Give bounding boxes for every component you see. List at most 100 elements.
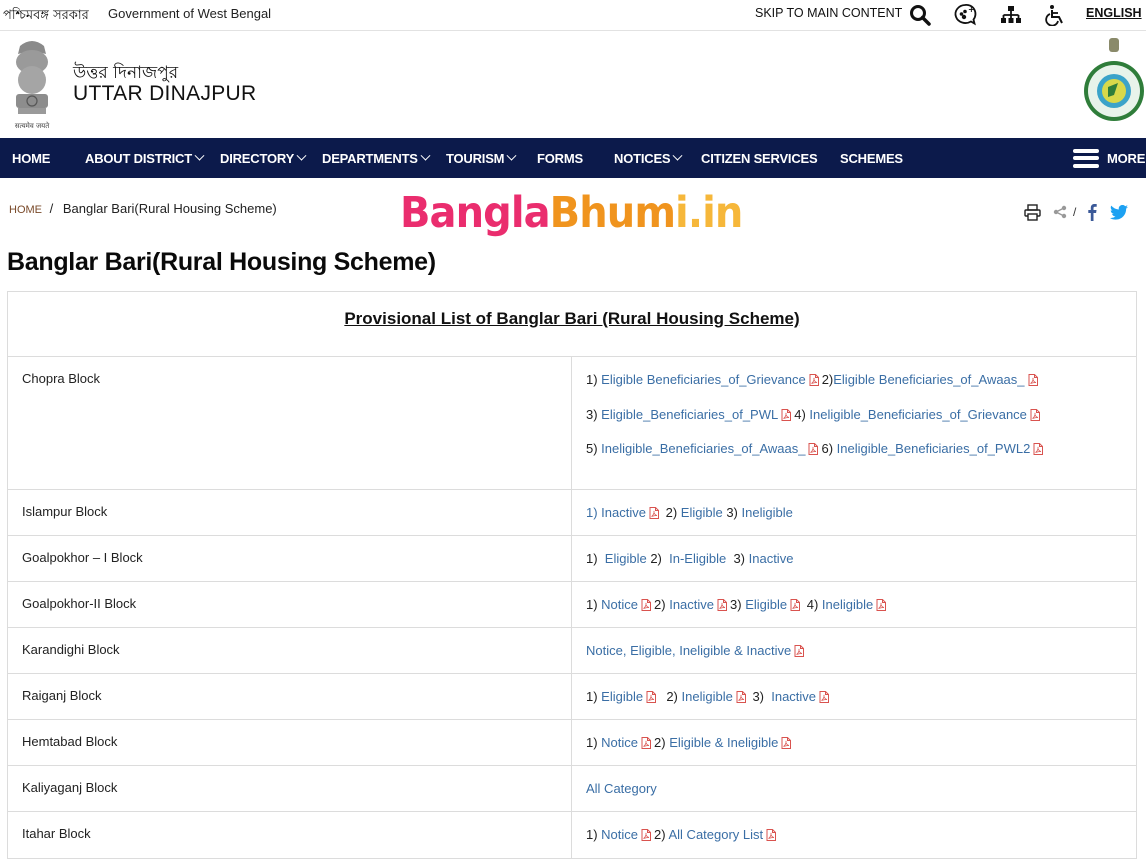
twitter-icon[interactable] — [1110, 203, 1128, 221]
pdf-icon[interactable] — [873, 597, 889, 612]
item-number: 3) — [722, 505, 742, 520]
links-line: 1) Notice 2) Eligible & Ineligible — [586, 734, 1122, 752]
breadcrumb: HOME / Banglar Bari(Rural Housing Scheme… — [9, 201, 277, 216]
nav-tourism[interactable]: TOURISM — [446, 138, 517, 178]
document-links-cell: Notice, Eligible, Ineligible & Inactive — [572, 628, 1136, 673]
nav-directory[interactable]: DIRECTORY — [220, 138, 307, 178]
item-number: 3) — [726, 551, 749, 566]
print-icon[interactable] — [1024, 203, 1041, 221]
document-link[interactable]: Ineligible — [742, 505, 793, 520]
links-line: 1) Eligible 2) Ineligible 3) Inactive — [586, 688, 1122, 706]
block-name-cell: Raiganj Block — [8, 674, 572, 719]
pdf-icon — [717, 599, 728, 611]
pdf-icon — [736, 691, 746, 703]
national-emblem-logo[interactable]: सत्यमेव जयते — [6, 36, 58, 132]
breadcrumb-home-link[interactable]: HOME — [9, 204, 42, 216]
document-link[interactable]: Ineligible_Beneficiaries_of_PWL2 — [837, 441, 1031, 456]
pdf-icon[interactable] — [643, 689, 659, 704]
table-row: Hemtabad Block 1) Notice 2) Eligible & Ine… — [8, 720, 1136, 766]
nav-forms[interactable]: FORMS — [537, 138, 583, 178]
document-link[interactable]: In-Eligible — [669, 551, 726, 566]
hamburger-menu-icon — [1073, 148, 1099, 168]
social-media-icon[interactable]: + — [953, 3, 977, 27]
pdf-icon[interactable] — [787, 597, 803, 612]
facebook-icon[interactable] — [1087, 203, 1097, 221]
document-link[interactable]: All Category List — [669, 827, 764, 842]
document-link[interactable]: Notice — [601, 597, 638, 612]
pdf-icon — [1030, 408, 1040, 421]
table-row: Itahar Block 1) Notice 2) All Category Lis… — [8, 812, 1136, 858]
item-number: 2) — [821, 372, 834, 387]
document-link[interactable]: Inactive — [771, 689, 816, 704]
document-link[interactable]: Eligible & Ineligible — [669, 735, 778, 750]
document-link[interactable]: Eligible Beneficiaries_of_Awaas_ — [833, 372, 1024, 387]
skip-to-main-content-link[interactable]: SKIP TO MAIN CONTENT — [755, 6, 902, 20]
west-bengal-emblem-logo[interactable] — [1080, 35, 1146, 127]
document-link[interactable]: Ineligible_Beneficiaries_of_Awaas_ — [601, 441, 805, 456]
pdf-icon[interactable] — [816, 689, 832, 704]
pdf-icon[interactable] — [733, 689, 749, 704]
nav-label: SCHEMES — [840, 150, 903, 166]
watermark-logo: BanglaBhumi.in — [400, 188, 743, 238]
pdf-icon — [1028, 374, 1038, 386]
pdf-icon[interactable] — [646, 505, 662, 520]
document-link[interactable]: Notice — [601, 827, 638, 842]
pdf-icon[interactable] — [805, 441, 821, 456]
document-link[interactable]: Notice, Eligible, Ineligible & Inactive — [586, 643, 791, 658]
table-caption: Provisional List of Banglar Bari (Rural … — [344, 309, 800, 328]
pdf-icon — [641, 599, 652, 611]
document-link[interactable]: Eligible — [601, 689, 643, 704]
nav-more-button[interactable]: MORE — [1073, 138, 1145, 178]
share-icon[interactable] — [1053, 203, 1067, 221]
document-link[interactable]: Inactive — [669, 597, 714, 612]
district-name-english[interactable]: UTTAR DINAJPUR — [73, 82, 256, 106]
pdf-icon[interactable] — [778, 735, 794, 750]
nav-departments[interactable]: DEPARTMENTS — [322, 138, 431, 178]
state-name-english[interactable]: Government of West Bengal — [108, 6, 271, 21]
document-link[interactable]: Notice — [601, 735, 638, 750]
document-link[interactable]: Eligible — [745, 597, 787, 612]
pdf-icon[interactable] — [1030, 441, 1046, 456]
document-link[interactable]: 1) Inactive — [586, 505, 646, 520]
pdf-icon[interactable] — [1027, 407, 1043, 422]
nav-home[interactable]: HOME — [12, 138, 50, 178]
table-row: Chopra Block 1) Eligible Beneficiaries_of… — [8, 357, 1136, 490]
pdf-icon[interactable] — [791, 643, 807, 658]
nav-citizen-services[interactable]: CITIZEN SERVICES — [701, 138, 818, 178]
document-link[interactable]: Eligible_Beneficiaries_of_PWL — [601, 407, 778, 422]
document-link[interactable]: Eligible — [605, 551, 647, 566]
nav-label: CITIZEN SERVICES — [701, 150, 818, 166]
document-link[interactable]: Inactive — [749, 551, 794, 566]
nav-notices[interactable]: NOTICES — [614, 138, 683, 178]
page-title: Banglar Bari(Rural Housing Scheme) — [7, 248, 436, 276]
document-link[interactable]: Eligible Beneficiaries_of_Grievance — [601, 372, 806, 387]
table-caption-row: Provisional List of Banglar Bari (Rural … — [8, 292, 1136, 357]
pdf-icon[interactable] — [763, 827, 779, 842]
pdf-icon[interactable] — [778, 407, 794, 422]
document-link[interactable]: Ineligible_Beneficiaries_of_Grievance — [809, 407, 1027, 422]
pdf-icon[interactable] — [714, 597, 730, 612]
language-selector[interactable]: ENGLISH — [1086, 6, 1142, 20]
document-link[interactable]: Ineligible — [822, 597, 873, 612]
item-number: 2) — [654, 597, 670, 612]
accessibility-icon[interactable] — [1043, 3, 1067, 27]
sitemap-icon[interactable] — [999, 3, 1023, 27]
nav-schemes[interactable]: SCHEMES — [840, 138, 903, 178]
pdf-icon[interactable] — [638, 827, 654, 842]
nav-about-district[interactable]: ABOUT DISTRICT — [85, 138, 205, 178]
pdf-icon — [809, 374, 819, 386]
block-name-cell: Islampur Block — [8, 490, 572, 535]
document-link[interactable]: All Category — [586, 781, 657, 796]
pdf-icon — [876, 599, 887, 611]
item-number: 2) — [646, 551, 670, 566]
pdf-icon[interactable] — [638, 735, 654, 750]
document-link[interactable]: Ineligible — [682, 689, 733, 704]
document-link[interactable]: Eligible — [681, 505, 723, 520]
block-name-cell: Karandighi Block — [8, 628, 572, 673]
search-icon[interactable] — [908, 3, 932, 27]
pdf-icon[interactable] — [638, 597, 654, 612]
pdf-icon — [819, 691, 830, 703]
table-row: Raiganj Block 1) Eligible 2) Ineligible 3… — [8, 674, 1136, 720]
pdf-icon[interactable] — [1025, 372, 1041, 387]
pdf-icon[interactable] — [806, 372, 822, 387]
